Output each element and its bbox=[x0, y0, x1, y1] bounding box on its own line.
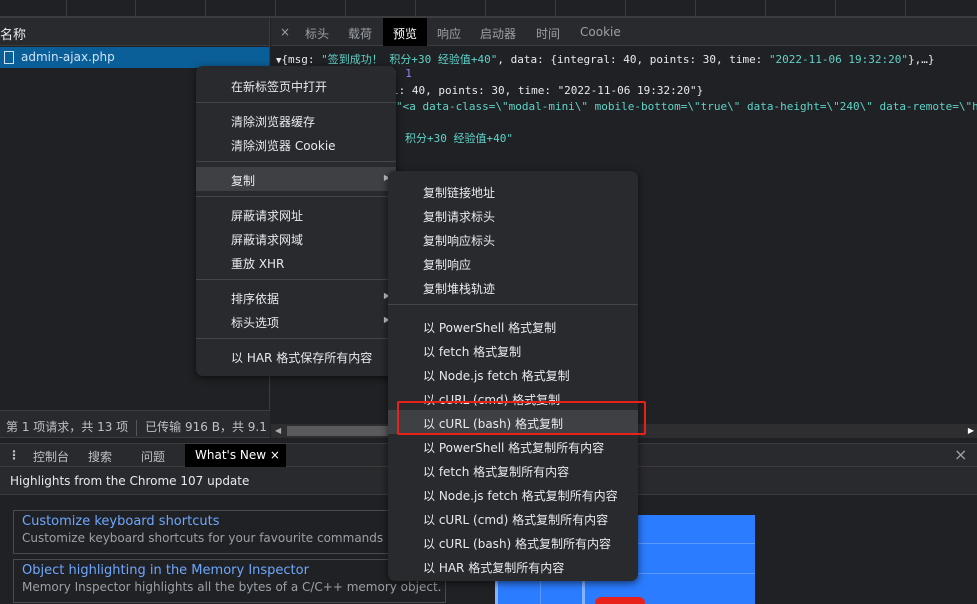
menu-sort-by[interactable]: 排序依据 ▶ bbox=[196, 285, 396, 309]
preview-msg-line: 积分+30 经验值+40" bbox=[405, 132, 513, 145]
request-name: admin-ajax.php bbox=[21, 50, 115, 64]
preview-data-line: l: 40, points: 30, time: "2022-11-06 19:… bbox=[392, 84, 704, 97]
preview-root-line[interactable]: ▼{msg: "签到成功！ 积分+30 经验值+40", data: {inte… bbox=[276, 51, 935, 67]
menu-header-options[interactable]: 标头选项 ▶ bbox=[196, 309, 396, 333]
submenu-item[interactable]: 复制链接地址 bbox=[388, 179, 638, 203]
submenu-item[interactable]: 复制请求标头 bbox=[388, 203, 638, 227]
feature-card[interactable]: Customize keyboard shortcuts Customize ke… bbox=[13, 510, 446, 554]
tab-payload[interactable]: 载荷 bbox=[348, 18, 372, 46]
scroll-left-icon[interactable]: ◀ bbox=[275, 426, 281, 435]
tab-cookies[interactable]: Cookie bbox=[580, 18, 621, 46]
tab-whats-new[interactable]: What's New × bbox=[185, 444, 286, 467]
tab-preview[interactable]: 预览 bbox=[383, 18, 428, 46]
submenu-item[interactable]: 以 cURL (cmd) 格式复制所有内容 bbox=[388, 506, 638, 530]
copy-submenu: 复制链接地址 复制请求标头 复制响应标头 复制响应 复制堆栈轨迹以 PowerShell… bbox=[388, 171, 638, 581]
close-tab-icon[interactable]: × bbox=[270, 448, 280, 462]
menu-clear-cookies[interactable]: 清除浏览器 Cookie bbox=[196, 132, 396, 156]
submenu-item[interactable]: 以 PowerShell 格式复制所有内容 bbox=[388, 434, 638, 458]
network-status-bar: 第 1 项请求，共 13 项 已传输 916 B，共 9.1 kB bbox=[0, 410, 270, 438]
tab-timing[interactable]: 时间 bbox=[536, 18, 560, 46]
annotation-highlight-box bbox=[397, 401, 646, 435]
name-column-header[interactable]: 名称 bbox=[0, 18, 269, 46]
network-overview-strip bbox=[0, 0, 977, 18]
context-menu: 在新标签页中打开 清除浏览器缓存 清除浏览器 Cookie 复制 ▶ 屏蔽请求网址… bbox=[196, 66, 396, 376]
scroll-right-icon[interactable]: ▶ bbox=[968, 426, 974, 435]
submenu-item[interactable]: 复制响应 bbox=[388, 251, 638, 275]
tab-search[interactable]: 搜索 bbox=[88, 444, 112, 467]
close-drawer-icon[interactable]: × bbox=[954, 444, 967, 467]
menu-separator bbox=[388, 304, 638, 305]
submenu-item[interactable]: 以 HAR 格式复制所有内容 bbox=[388, 554, 638, 578]
preview-html-line: "<a data-class=\"modal-mini\" mobile-bot… bbox=[396, 100, 977, 113]
tab-issues[interactable]: 问题 bbox=[141, 444, 165, 467]
tab-initiator[interactable]: 启动器 bbox=[480, 18, 516, 46]
transfer-size: 已传输 916 B，共 9.1 kB bbox=[145, 420, 270, 434]
tab-console[interactable]: 控制台 bbox=[33, 444, 69, 467]
submenu-item[interactable]: 以 fetch 格式复制 bbox=[388, 338, 638, 362]
feature-card[interactable]: Object highlighting in the Memory Inspec… bbox=[13, 559, 446, 603]
request-count: 第 1 项请求，共 13 项 bbox=[6, 420, 129, 434]
request-row[interactable]: admin-ajax.php bbox=[0, 47, 269, 68]
detail-tabs: × 标头 载荷 预览 响应 启动器 时间 Cookie bbox=[271, 18, 977, 46]
tab-headers[interactable]: 标头 bbox=[305, 18, 329, 46]
submenu-item[interactable]: 以 Node.js fetch 格式复制 bbox=[388, 362, 638, 386]
close-detail-button[interactable]: × bbox=[280, 18, 290, 46]
menu-clear-cache[interactable]: 清除浏览器缓存 bbox=[196, 108, 396, 132]
submenu-item[interactable]: 以 PowerShell 格式复制 bbox=[388, 314, 638, 338]
more-options-icon[interactable]: ⋮ bbox=[8, 444, 20, 467]
menu-open-in-new-tab[interactable]: 在新标签页中打开 bbox=[196, 73, 396, 97]
menu-replay-xhr[interactable]: 重放 XHR bbox=[196, 250, 396, 274]
submenu-item[interactable]: 以 fetch 格式复制所有内容 bbox=[388, 458, 638, 482]
submenu-item[interactable]: 复制响应标头 bbox=[388, 227, 638, 251]
menu-copy[interactable]: 复制 ▶ bbox=[196, 167, 396, 191]
menu-block-url[interactable]: 屏蔽请求网址 bbox=[196, 202, 396, 226]
submenu-item[interactable]: 以 cURL (bash) 格式复制所有内容 bbox=[388, 530, 638, 554]
submenu-item[interactable]: 复制堆栈轨迹 bbox=[388, 275, 638, 299]
menu-save-all-har[interactable]: 以 HAR 格式保存所有内容 bbox=[196, 344, 396, 368]
document-icon bbox=[4, 51, 14, 64]
submenu-item[interactable]: 以 Node.js fetch 格式复制所有内容 bbox=[388, 482, 638, 506]
tab-response[interactable]: 响应 bbox=[437, 18, 461, 46]
menu-block-domain[interactable]: 屏蔽请求网域 bbox=[196, 226, 396, 250]
